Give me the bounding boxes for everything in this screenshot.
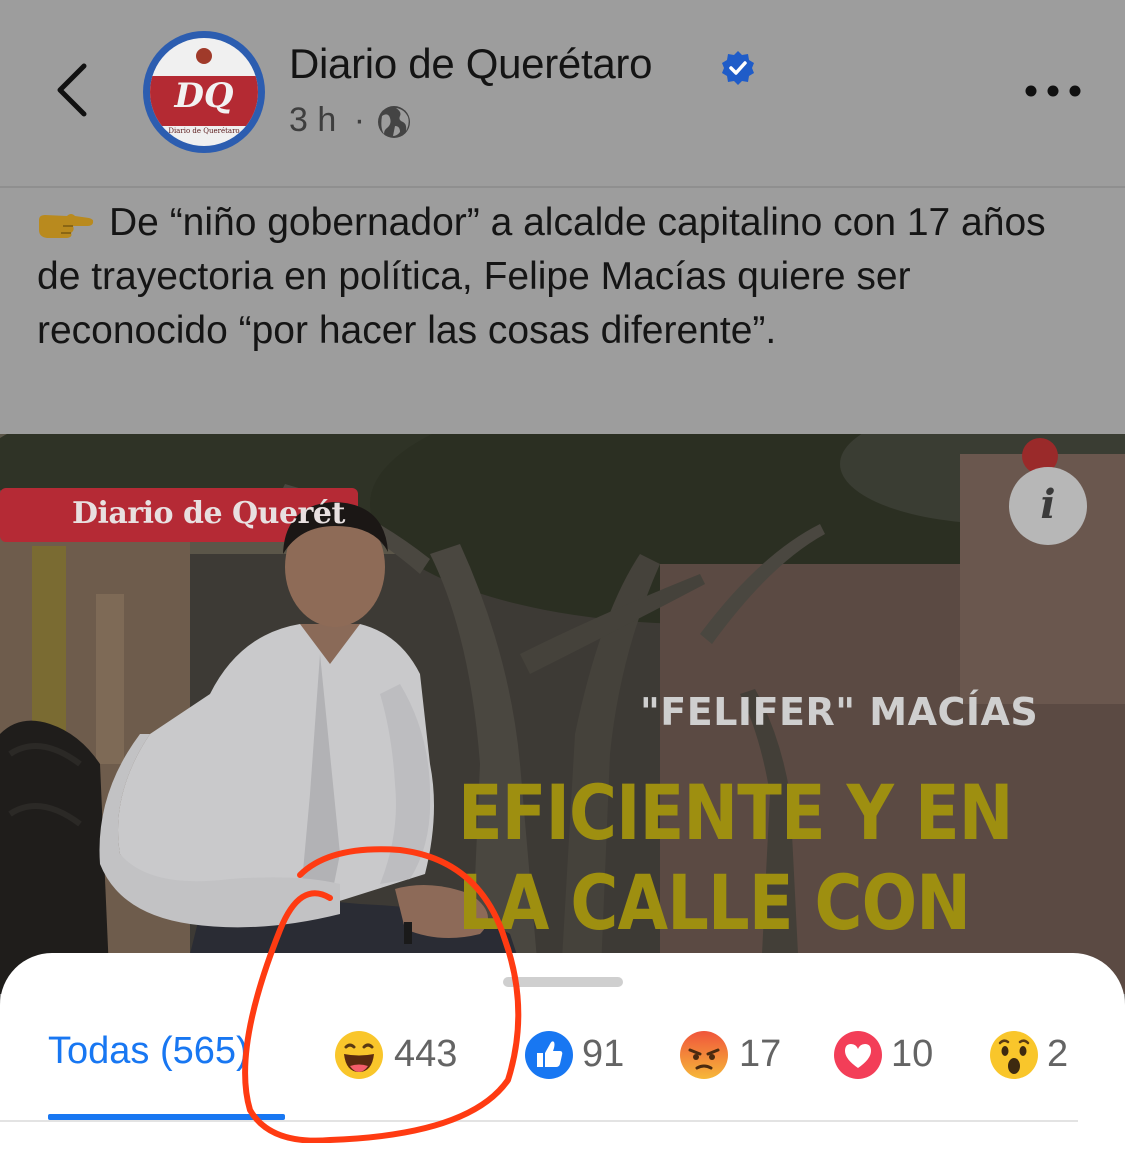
image-banner-text: Diario de Querét xyxy=(72,496,345,531)
post-caption-text: De “niño gobernador” a alcalde capitalin… xyxy=(37,201,1046,352)
wow-icon xyxy=(990,1031,1038,1079)
tab-wow[interactable]: 2 xyxy=(989,1030,1079,1082)
tab-like[interactable]: 91 xyxy=(524,1030,634,1082)
like-icon xyxy=(525,1031,573,1079)
page-name[interactable]: Diario de Querétaro xyxy=(289,40,652,88)
avatar-logo-caption: Diario de Querétaro xyxy=(168,127,240,135)
haha-count: 443 xyxy=(394,1033,458,1075)
info-icon: i xyxy=(1040,481,1056,528)
post-time[interactable]: 3 h xyxy=(289,101,336,139)
avatar-logo: DQ xyxy=(174,76,234,116)
tab-all-reactions[interactable]: Todas (565) xyxy=(48,1030,249,1082)
image-headline: EFICIENTE Y EN LA CALLE CON xyxy=(458,768,1013,948)
wow-count: 2 xyxy=(1047,1033,1069,1075)
haha-icon xyxy=(335,1031,383,1079)
tab-haha[interactable]: 443 xyxy=(334,1030,484,1082)
tab-all-label: Todas (565) xyxy=(48,1030,249,1072)
tab-angry[interactable]: 17 xyxy=(679,1030,789,1082)
tabs-divider xyxy=(0,1120,1078,1122)
verified-badge-icon xyxy=(722,51,754,85)
love-icon xyxy=(834,1031,882,1079)
meta-separator: · xyxy=(353,101,366,139)
globe-icon xyxy=(378,106,410,138)
tab-love[interactable]: 10 xyxy=(833,1030,943,1082)
sheet-grab-handle[interactable] xyxy=(503,977,623,987)
image-headline-line2: LA CALLE CON xyxy=(458,858,971,947)
love-count: 10 xyxy=(891,1033,934,1075)
post-caption: De “niño gobernador” a alcalde capitalin… xyxy=(37,196,1097,358)
angry-icon xyxy=(680,1031,728,1079)
post-meta: 3 h · xyxy=(289,101,365,140)
more-icon[interactable] xyxy=(1020,74,1086,108)
angry-count: 17 xyxy=(739,1033,782,1075)
image-kicker: "FELIFER" MACÍAS xyxy=(640,690,1039,734)
pointing-hand-emoji-icon xyxy=(39,213,94,238)
like-count: 91 xyxy=(582,1033,625,1075)
back-chevron-icon[interactable] xyxy=(48,60,108,120)
info-button[interactable]: i xyxy=(1009,467,1087,545)
image-headline-line1: EFICIENTE Y EN xyxy=(458,768,1013,857)
post-header: DQ Diario de Querétaro Diario de Queréta… xyxy=(0,0,1125,188)
crest-icon xyxy=(196,48,212,64)
page-avatar[interactable]: DQ Diario de Querétaro xyxy=(143,31,265,153)
